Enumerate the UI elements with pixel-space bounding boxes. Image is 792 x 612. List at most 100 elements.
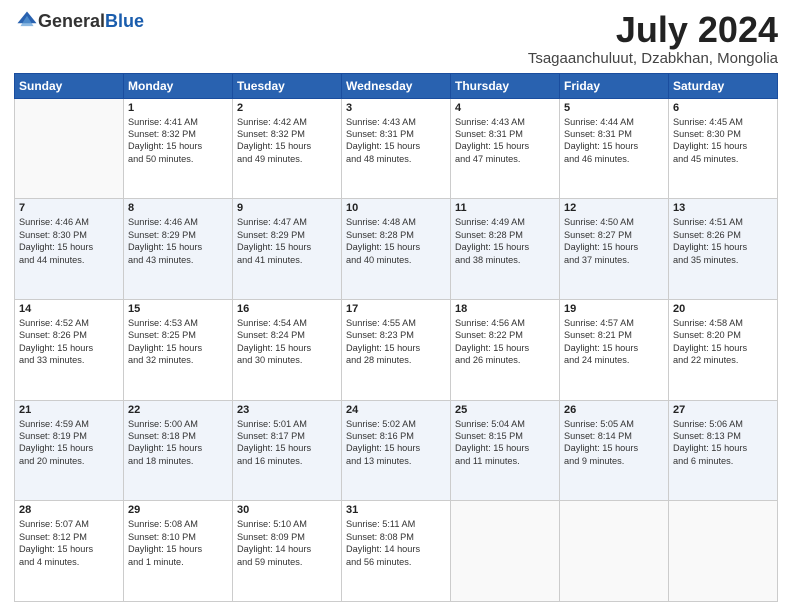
calendar-cell: 1 Sunrise: 4:41 AM Sunset: 8:32 PM Daylig… (124, 98, 233, 199)
day-number: 28 (19, 504, 119, 516)
day-number: 11 (455, 202, 555, 214)
day-number: 22 (128, 404, 228, 416)
calendar-cell: 19Sunrise: 4:57 AM Sunset: 8:21 PM Dayli… (560, 299, 669, 400)
day-info: Sunrise: 4:44 AM Sunset: 8:31 PM Dayligh… (564, 116, 664, 166)
header-wednesday: Wednesday (342, 73, 451, 98)
calendar-cell: 8Sunrise: 4:46 AM Sunset: 8:29 PM Daylig… (124, 199, 233, 300)
calendar-cell: 9 Sunrise: 4:47 AM Sunset: 8:29 PM Daylig… (233, 199, 342, 300)
day-number: 26 (564, 404, 664, 416)
day-info: Sunrise: 5:05 AM Sunset: 8:14 PM Dayligh… (564, 418, 664, 468)
calendar-cell: 30Sunrise: 5:10 AM Sunset: 8:09 PM Dayli… (233, 501, 342, 602)
day-info: Sunrise: 4:47 AM Sunset: 8:29 PM Dayligh… (237, 216, 337, 266)
day-number: 2 (237, 102, 337, 114)
week-row-2: 7 Sunrise: 4:46 AM Sunset: 8:30 PM Daylig… (15, 199, 778, 300)
header-friday: Friday (560, 73, 669, 98)
weekday-header-row: Sunday Monday Tuesday Wednesday Thursday… (15, 73, 778, 98)
calendar-cell: 5Sunrise: 4:44 AM Sunset: 8:31 PM Daylig… (560, 98, 669, 199)
day-number: 30 (237, 504, 337, 516)
day-number: 24 (346, 404, 446, 416)
day-info: Sunrise: 4:42 AM Sunset: 8:32 PM Dayligh… (237, 116, 337, 166)
day-info: Sunrise: 4:56 AM Sunset: 8:22 PM Dayligh… (455, 317, 555, 367)
calendar-cell: 20Sunrise: 4:58 AM Sunset: 8:20 PM Dayli… (669, 299, 778, 400)
day-info: Sunrise: 4:46 AM Sunset: 8:30 PM Dayligh… (19, 216, 119, 266)
day-number: 7 (19, 202, 119, 214)
day-info: Sunrise: 4:51 AM Sunset: 8:26 PM Dayligh… (673, 216, 773, 266)
calendar-cell: 21 Sunrise: 4:59 AM Sunset: 8:19 PM Dayli… (15, 400, 124, 501)
day-number: 3 (346, 102, 446, 114)
calendar-table: Sunday Monday Tuesday Wednesday Thursday… (14, 73, 778, 602)
logo: GeneralBlue (14, 10, 144, 32)
header-tuesday: Tuesday (233, 73, 342, 98)
calendar-cell: 29 Sunrise: 5:08 AM Sunset: 8:10 PM Dayli… (124, 501, 233, 602)
location-subtitle: Tsagaanchuluut, Dzabkhan, Mongolia (528, 50, 778, 67)
day-number: 13 (673, 202, 773, 214)
day-number: 6 (673, 102, 773, 114)
calendar-cell: 4 Sunrise: 4:43 AM Sunset: 8:31 PM Daylig… (451, 98, 560, 199)
logo-blue: Blue (105, 11, 144, 32)
day-info: Sunrise: 5:00 AM Sunset: 8:18 PM Dayligh… (128, 418, 228, 468)
header: GeneralBlue July 2024 Tsagaanchuluut, Dz… (14, 10, 778, 67)
day-info: Sunrise: 5:01 AM Sunset: 8:17 PM Dayligh… (237, 418, 337, 468)
day-info: Sunrise: 5:08 AM Sunset: 8:10 PM Dayligh… (128, 518, 228, 568)
day-info: Sunrise: 4:49 AM Sunset: 8:28 PM Dayligh… (455, 216, 555, 266)
calendar-cell: 7 Sunrise: 4:46 AM Sunset: 8:30 PM Daylig… (15, 199, 124, 300)
day-number: 9 (237, 202, 337, 214)
calendar-cell: 12Sunrise: 4:50 AM Sunset: 8:27 PM Dayli… (560, 199, 669, 300)
week-row-1: 1 Sunrise: 4:41 AM Sunset: 8:32 PM Daylig… (15, 98, 778, 199)
day-info: Sunrise: 4:59 AM Sunset: 8:19 PM Dayligh… (19, 418, 119, 468)
day-number: 23 (237, 404, 337, 416)
calendar-cell (451, 501, 560, 602)
day-number: 29 (128, 504, 228, 516)
calendar-cell: 13 Sunrise: 4:51 AM Sunset: 8:26 PM Dayli… (669, 199, 778, 300)
day-info: Sunrise: 4:48 AM Sunset: 8:28 PM Dayligh… (346, 216, 446, 266)
day-number: 18 (455, 303, 555, 315)
calendar-cell: 18 Sunrise: 4:56 AM Sunset: 8:22 PM Dayli… (451, 299, 560, 400)
calendar-cell (560, 501, 669, 602)
day-info: Sunrise: 4:41 AM Sunset: 8:32 PM Dayligh… (128, 116, 228, 166)
day-number: 15 (128, 303, 228, 315)
day-info: Sunrise: 4:43 AM Sunset: 8:31 PM Dayligh… (455, 116, 555, 166)
calendar-cell: 25Sunrise: 5:04 AM Sunset: 8:15 PM Dayli… (451, 400, 560, 501)
day-info: Sunrise: 5:04 AM Sunset: 8:15 PM Dayligh… (455, 418, 555, 468)
day-number: 20 (673, 303, 773, 315)
day-info: Sunrise: 5:11 AM Sunset: 8:08 PM Dayligh… (346, 518, 446, 568)
day-number: 10 (346, 202, 446, 214)
calendar-cell: 17Sunrise: 4:55 AM Sunset: 8:23 PM Dayli… (342, 299, 451, 400)
calendar-cell: 11 Sunrise: 4:49 AM Sunset: 8:28 PM Dayli… (451, 199, 560, 300)
day-info: Sunrise: 4:57 AM Sunset: 8:21 PM Dayligh… (564, 317, 664, 367)
header-sunday: Sunday (15, 73, 124, 98)
calendar-cell: 27Sunrise: 5:06 AM Sunset: 8:13 PM Dayli… (669, 400, 778, 501)
calendar-cell: 14Sunrise: 4:52 AM Sunset: 8:26 PM Dayli… (15, 299, 124, 400)
calendar-cell: 2 Sunrise: 4:42 AM Sunset: 8:32 PM Daylig… (233, 98, 342, 199)
week-row-5: 28 Sunrise: 5:07 AM Sunset: 8:12 PM Dayli… (15, 501, 778, 602)
day-info: Sunrise: 4:43 AM Sunset: 8:31 PM Dayligh… (346, 116, 446, 166)
logo-icon (16, 10, 38, 32)
calendar-cell: 22 Sunrise: 5:00 AM Sunset: 8:18 PM Dayli… (124, 400, 233, 501)
calendar-cell: 15 Sunrise: 4:53 AM Sunset: 8:25 PM Dayli… (124, 299, 233, 400)
day-info: Sunrise: 4:45 AM Sunset: 8:30 PM Dayligh… (673, 116, 773, 166)
calendar-cell: 16Sunrise: 4:54 AM Sunset: 8:24 PM Dayli… (233, 299, 342, 400)
calendar-cell (669, 501, 778, 602)
day-info: Sunrise: 5:02 AM Sunset: 8:16 PM Dayligh… (346, 418, 446, 468)
day-number: 16 (237, 303, 337, 315)
calendar-cell (15, 98, 124, 199)
header-saturday: Saturday (669, 73, 778, 98)
month-title: July 2024 (528, 10, 778, 50)
day-info: Sunrise: 4:50 AM Sunset: 8:27 PM Dayligh… (564, 216, 664, 266)
day-number: 17 (346, 303, 446, 315)
day-number: 4 (455, 102, 555, 114)
day-number: 1 (128, 102, 228, 114)
day-number: 21 (19, 404, 119, 416)
calendar-cell: 31Sunrise: 5:11 AM Sunset: 8:08 PM Dayli… (342, 501, 451, 602)
day-number: 27 (673, 404, 773, 416)
day-info: Sunrise: 5:07 AM Sunset: 8:12 PM Dayligh… (19, 518, 119, 568)
calendar-cell: 26 Sunrise: 5:05 AM Sunset: 8:14 PM Dayli… (560, 400, 669, 501)
calendar-page: GeneralBlue July 2024 Tsagaanchuluut, Dz… (0, 0, 792, 612)
day-info: Sunrise: 4:46 AM Sunset: 8:29 PM Dayligh… (128, 216, 228, 266)
calendar-cell: 24 Sunrise: 5:02 AM Sunset: 8:16 PM Dayli… (342, 400, 451, 501)
header-monday: Monday (124, 73, 233, 98)
logo-general: General (38, 11, 105, 32)
title-area: July 2024 Tsagaanchuluut, Dzabkhan, Mong… (528, 10, 778, 67)
calendar-cell: 10 Sunrise: 4:48 AM Sunset: 8:28 PM Dayli… (342, 199, 451, 300)
day-info: Sunrise: 4:53 AM Sunset: 8:25 PM Dayligh… (128, 317, 228, 367)
